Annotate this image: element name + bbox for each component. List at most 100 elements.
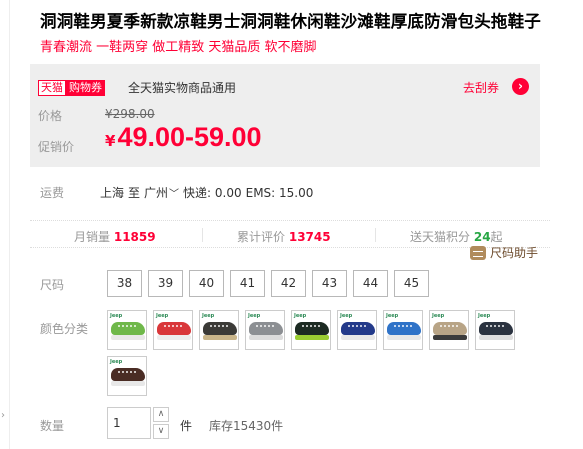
coupon-description: 全天猫实物商品通用 xyxy=(128,81,237,95)
shoe-sole xyxy=(341,335,375,340)
shoe-image xyxy=(203,322,237,335)
color-option[interactable]: Jeep xyxy=(107,356,147,396)
product-subtitle: 青春潮流 一鞋两穿 做工精致 天猫品质 软不磨脚 xyxy=(40,40,317,55)
shoe-holes xyxy=(348,325,366,328)
divider xyxy=(202,228,203,242)
left-panel-edge: › xyxy=(0,0,10,449)
shoe-sole xyxy=(479,335,513,340)
get-coupon-link[interactable]: 去刮券 xyxy=(463,80,499,96)
size-helper-button[interactable]: 尺码助手 xyxy=(470,244,538,261)
color-option[interactable]: Jeep xyxy=(337,310,377,350)
shoe-sole xyxy=(203,335,237,340)
color-option[interactable]: Jeep xyxy=(291,310,331,350)
shoe-holes xyxy=(210,325,228,328)
shoe-holes xyxy=(302,325,320,328)
shipping-info: 上海 至 广州 ﹀ 快递: 0.00 EMS: 15.00 xyxy=(100,184,317,201)
monthly-sales: 月销量 11859 xyxy=(74,228,156,245)
shoe-image xyxy=(479,322,513,335)
chevron-up-icon[interactable]: ∧ xyxy=(153,407,169,422)
promo-price-label: 促销价 xyxy=(38,140,75,154)
points-suffix: 起 xyxy=(490,230,503,244)
brand-logo: Jeep xyxy=(202,313,215,319)
size-option[interactable]: 44 xyxy=(353,270,388,297)
size-option[interactable]: 42 xyxy=(271,270,306,297)
size-helper-label: 尺码助手 xyxy=(490,246,539,260)
monthly-sales-label: 月销量 xyxy=(74,230,111,244)
size-option[interactable]: 45 xyxy=(394,270,429,297)
size-option[interactable]: 38 xyxy=(107,270,142,297)
size-option[interactable]: 39 xyxy=(148,270,183,297)
shoe-sole xyxy=(111,335,145,340)
color-option[interactable]: Jeep xyxy=(153,310,193,350)
shoe-holes xyxy=(118,371,136,374)
brand-logo: Jeep xyxy=(340,313,353,319)
stock-count: 库存15430件 xyxy=(209,419,284,433)
shoe-sole xyxy=(249,335,283,340)
review-count[interactable]: 累计评价 13745 xyxy=(237,228,331,245)
shoe-holes xyxy=(394,325,412,328)
brand-logo: Jeep xyxy=(478,313,491,319)
quantity-label: 数量 xyxy=(40,419,65,433)
color-option[interactable]: Jeep xyxy=(383,310,423,350)
shoe-image xyxy=(433,322,467,335)
shoe-holes xyxy=(486,325,504,328)
product-title: 洞洞鞋男夏季新款凉鞋男士洞洞鞋休闲鞋沙滩鞋厚底防滑包头拖鞋子 xyxy=(40,12,541,31)
color-option[interactable]: Jeep xyxy=(475,310,515,350)
shoe-sole xyxy=(295,335,329,340)
shipping-label: 运费 xyxy=(40,186,65,200)
reviews-label: 累计评价 xyxy=(237,230,286,244)
shoe-holes xyxy=(256,325,274,328)
express-fee: 快递: 0.00 xyxy=(183,186,242,200)
tmall-points: 送天猫积分 24起 xyxy=(410,228,503,245)
chevron-down-icon[interactable]: ﹀ xyxy=(169,185,179,200)
coupon-tag: 购物券 xyxy=(66,80,105,96)
shoe-image xyxy=(157,322,191,335)
color-option[interactable]: Jeep xyxy=(199,310,239,350)
promo-price-value: 49.00-59.00 xyxy=(117,122,262,152)
brand-logo: Jeep xyxy=(110,313,123,319)
shoe-sole xyxy=(387,335,421,340)
shoe-image xyxy=(341,322,375,335)
size-label: 尺码 xyxy=(40,278,65,292)
tmall-tag: 天猫 xyxy=(38,80,66,96)
ruler-icon xyxy=(470,245,486,260)
monthly-sales-value: 11859 xyxy=(113,230,156,244)
ship-destination-select[interactable]: 广州 xyxy=(144,184,168,201)
reviews-value: 13745 xyxy=(288,230,331,244)
color-label: 颜色分类 xyxy=(40,322,89,336)
ship-from: 上海 xyxy=(100,186,125,200)
color-option[interactable]: Jeep xyxy=(429,310,469,350)
coupon-badge: 天猫 购物券 xyxy=(38,80,105,96)
points-label: 送天猫积分 xyxy=(410,230,471,244)
brand-logo: Jeep xyxy=(156,313,169,319)
shoe-holes xyxy=(118,325,136,328)
brand-logo: Jeep xyxy=(432,313,445,319)
size-option[interactable]: 43 xyxy=(312,270,347,297)
shoe-image xyxy=(295,322,329,335)
divider xyxy=(375,228,376,242)
chevron-down-icon[interactable]: ∨ xyxy=(153,424,169,439)
points-value: 24 xyxy=(473,230,491,244)
shoe-sole xyxy=(111,381,145,386)
quantity-unit: 件 xyxy=(180,419,193,433)
brand-logo: Jeep xyxy=(386,313,399,319)
brand-logo: Jeep xyxy=(248,313,261,319)
ship-to-word: 至 xyxy=(128,186,141,200)
shoe-holes xyxy=(164,325,182,328)
shoe-image xyxy=(249,322,283,335)
shoe-sole xyxy=(157,335,191,340)
collapse-arrow-icon[interactable]: › xyxy=(1,410,5,421)
color-option[interactable]: Jeep xyxy=(107,310,147,350)
size-option[interactable]: 40 xyxy=(189,270,224,297)
shoe-image xyxy=(387,322,421,335)
size-option[interactable]: 41 xyxy=(230,270,265,297)
chevron-right-icon[interactable]: › xyxy=(512,78,529,95)
shoe-image xyxy=(111,368,145,381)
shoe-sole xyxy=(433,335,467,340)
shoe-image xyxy=(111,322,145,335)
promo-price: ¥49.00-59.00 xyxy=(105,122,262,153)
ems-fee: EMS: 15.00 xyxy=(245,185,314,200)
color-option[interactable]: Jeep xyxy=(245,310,285,350)
quantity-input[interactable]: 1 xyxy=(107,407,151,439)
brand-logo: Jeep xyxy=(294,313,307,319)
